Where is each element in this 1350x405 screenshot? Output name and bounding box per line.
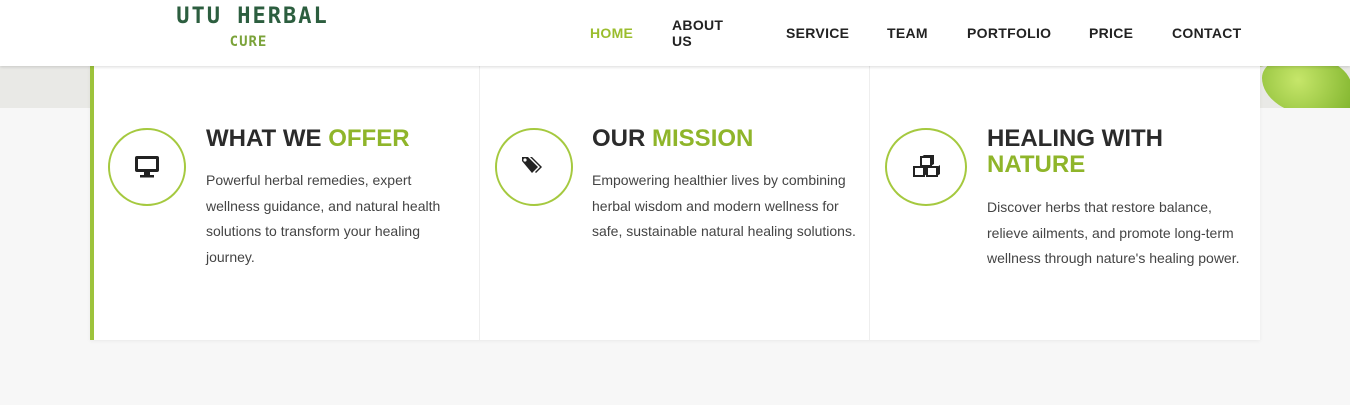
- cubes-icon: [913, 155, 940, 177]
- main-nav: HOME ABOUT US SERVICE TEAM PORTFOLIO PRI…: [590, 0, 1242, 66]
- nav-about-us[interactable]: ABOUT US: [672, 17, 746, 49]
- nav-price[interactable]: PRICE: [1089, 25, 1133, 41]
- nav-portfolio[interactable]: PORTFOLIO: [967, 25, 1051, 41]
- feature-title-highlight: NATURE: [987, 151, 1086, 178]
- feature-title-highlight: MISSION: [652, 125, 754, 152]
- feature-card-healing: HEALING WITH NATURE Discover herbs that …: [870, 66, 1260, 340]
- features-section: WHAT WE OFFER Powerful herbal remedies, …: [90, 66, 1260, 340]
- feature-card-mission: OUR MISSION Empowering healthier lives b…: [480, 66, 870, 340]
- nav-home[interactable]: HOME: [590, 25, 633, 41]
- feature-title: HEALING WITH NATURE: [987, 126, 1227, 178]
- feature-title: WHAT WE OFFER: [206, 126, 466, 152]
- nav-contact[interactable]: CONTACT: [1172, 25, 1242, 41]
- feature-title-plain: HEALING WITH: [987, 125, 1163, 152]
- feature-card-offer: WHAT WE OFFER Powerful herbal remedies, …: [90, 66, 480, 340]
- feature-icon-circle: [108, 128, 186, 206]
- feature-icon-circle: [885, 128, 967, 206]
- nav-service[interactable]: SERVICE: [786, 25, 849, 41]
- feature-title: OUR MISSION: [592, 126, 852, 152]
- logo-title: UTU HERBAL: [176, 4, 329, 29]
- leaf-decoration: [1262, 66, 1350, 108]
- feature-title-plain: OUR: [592, 125, 646, 152]
- nav-team[interactable]: TEAM: [887, 25, 928, 41]
- feature-description: Empowering healthier lives by combining …: [592, 172, 856, 239]
- desktop-icon: [135, 156, 159, 178]
- feature-description: Powerful herbal remedies, expert wellnes…: [206, 172, 441, 265]
- logo-tagline: CURE: [229, 34, 268, 50]
- feature-icon-circle: [495, 128, 573, 206]
- site-logo[interactable]: UTU HERBAL CURE: [160, 4, 345, 50]
- feature-title-highlight: OFFER: [328, 125, 410, 152]
- feature-description: Discover herbs that restore balance, rel…: [987, 199, 1240, 266]
- feature-title-plain: WHAT WE: [206, 125, 322, 152]
- site-header: UTU HERBAL CURE HOME ABOUT US SERVICE TE…: [0, 0, 1350, 66]
- tags-icon: [522, 157, 542, 173]
